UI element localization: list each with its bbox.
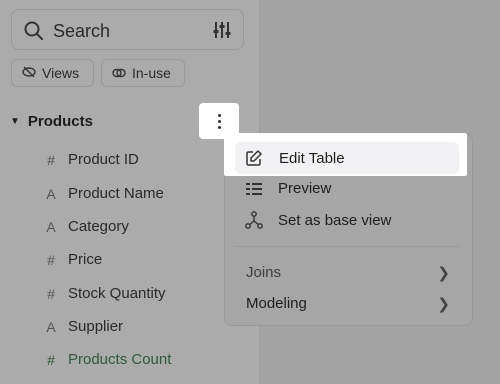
kebab-dot: [217, 113, 221, 117]
field-label: Category: [68, 218, 129, 235]
pencil-icon: [244, 149, 264, 167]
modeling-menu-item[interactable]: Modeling ❯: [246, 295, 450, 313]
views-filter-label: Views: [42, 65, 80, 81]
text-type-icon: A: [46, 318, 56, 335]
set-base-view-label: Set as base view: [278, 211, 392, 229]
inuse-filter-label: In-use: [132, 65, 171, 81]
field-label: Product Name: [68, 185, 164, 202]
section-title: Products: [27, 113, 93, 130]
inuse-filter-button[interactable]: In-use: [101, 59, 185, 87]
link-icon: [112, 65, 126, 81]
search-input[interactable]: Search: [53, 21, 110, 42]
menu-divider: [234, 246, 460, 247]
table-rows-icon: [244, 182, 264, 196]
edit-table-menu-item[interactable]: Edit Table: [235, 142, 459, 174]
field-label: Supplier: [68, 318, 124, 335]
field-label: Price: [68, 251, 103, 268]
text-type-icon: A: [46, 185, 56, 202]
search-icon: [24, 21, 44, 46]
sidebar: Search Views In-use ▼ Products # Product…: [0, 0, 260, 384]
eye-off-icon: [22, 65, 36, 81]
list-item[interactable]: # Products Count: [44, 351, 171, 368]
joins-menu-item[interactable]: Joins ❯: [246, 264, 450, 282]
preview-label: Preview: [278, 180, 332, 197]
text-type-icon: A: [46, 218, 56, 235]
products-section-header[interactable]: ▼ Products: [10, 113, 93, 130]
chevron-right-icon: ❯: [437, 296, 450, 313]
edit-table-label: Edit Table: [279, 149, 345, 167]
number-type-icon: #: [47, 285, 55, 302]
caret-down-icon[interactable]: ▼: [10, 116, 20, 127]
search-box[interactable]: Search: [11, 9, 244, 50]
field-label: Product ID: [68, 151, 139, 168]
preview-menu-item[interactable]: Preview: [244, 180, 331, 197]
list-item[interactable]: A Product Name: [44, 185, 164, 202]
chevron-right-icon: ❯: [437, 265, 450, 282]
kebab-dot: [217, 125, 221, 129]
kebab-dot: [217, 119, 221, 123]
filter-sliders-icon[interactable]: [213, 21, 231, 44]
joins-label: Joins: [246, 264, 282, 281]
number-type-icon: #: [47, 151, 55, 168]
number-type-icon: #: [47, 351, 55, 368]
graph-nodes-icon: [244, 211, 264, 229]
number-type-icon: #: [47, 251, 55, 268]
list-item[interactable]: # Product ID: [44, 151, 139, 168]
set-base-view-menu-item[interactable]: Set as base view: [244, 211, 391, 229]
list-item[interactable]: A Category: [44, 218, 129, 235]
field-label: Products Count: [68, 351, 172, 368]
modeling-label: Modeling: [246, 295, 307, 312]
list-item[interactable]: A Supplier: [44, 318, 123, 335]
field-label: Stock Quantity: [68, 285, 166, 302]
list-item[interactable]: # Price: [44, 251, 102, 268]
views-filter-button[interactable]: Views: [11, 59, 94, 87]
list-item[interactable]: # Stock Quantity: [44, 285, 166, 302]
